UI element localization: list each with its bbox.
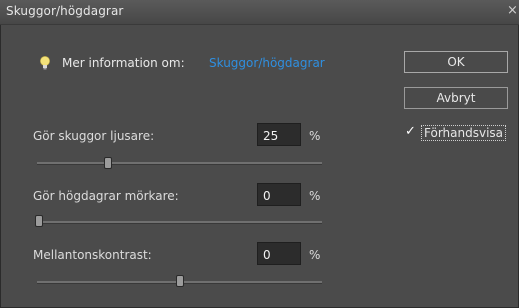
highlights-label: Gör högdagrar mörkare:	[33, 189, 179, 203]
shadows-slider-thumb[interactable]	[104, 157, 112, 169]
midtone-input[interactable]: 0	[257, 242, 301, 265]
midtone-unit: %	[309, 248, 321, 262]
highlights-slider-track[interactable]	[37, 221, 322, 224]
midtone-slider-thumb[interactable]	[176, 275, 184, 287]
cancel-button[interactable]: Avbryt	[404, 87, 508, 109]
dialog-title: Skuggor/högdagrar	[6, 4, 124, 18]
shadows-slider-track[interactable]	[37, 162, 322, 165]
info-text: Mer information om:	[62, 56, 185, 70]
title-bar[interactable]: Skuggor/högdagrar ×	[0, 0, 519, 25]
info-link[interactable]: Skuggor/högdagrar	[209, 56, 325, 70]
shadows-highlights-dialog: Skuggor/högdagrar × Mer information om: …	[0, 0, 519, 308]
midtone-label: Mellantonskontrast:	[33, 248, 152, 262]
close-icon[interactable]: ×	[507, 3, 518, 18]
lightbulb-icon	[40, 56, 50, 70]
highlights-slider-thumb[interactable]	[35, 215, 43, 227]
highlights-input[interactable]: 0	[257, 183, 301, 206]
preview-label: Förhandsvisa	[421, 125, 507, 141]
shadows-label: Gör skuggor ljusare:	[33, 129, 155, 143]
ok-button[interactable]: OK	[404, 51, 508, 73]
shadows-input[interactable]: 25	[257, 123, 301, 146]
checkmark-icon: ✓	[405, 124, 416, 139]
highlights-unit: %	[309, 189, 321, 203]
shadows-unit: %	[309, 129, 321, 143]
